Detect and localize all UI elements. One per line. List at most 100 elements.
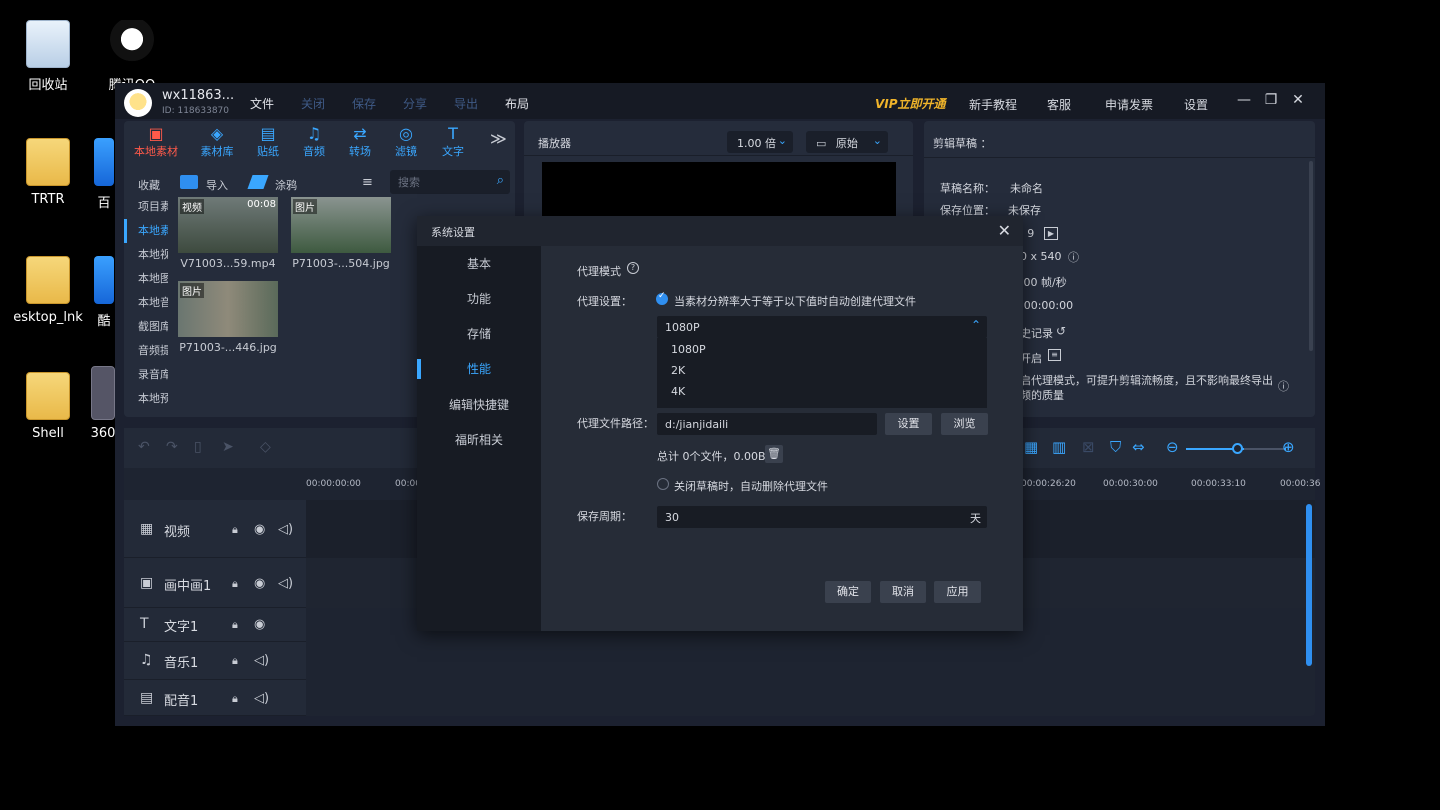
lock-icon[interactable]: 🔒︎ bbox=[232, 523, 238, 537]
player-screen[interactable] bbox=[542, 162, 896, 216]
resolution-option[interactable]: 2K bbox=[671, 364, 685, 377]
nav-shortcuts[interactable]: 编辑快捷键 bbox=[417, 391, 541, 419]
track-pip[interactable]: ▣ 画中画1 🔒︎ ◉ ◁) bbox=[124, 558, 306, 608]
search-input[interactable]: 搜索 ⌕ bbox=[390, 170, 510, 194]
shield-icon[interactable]: ⛉ bbox=[1110, 438, 1121, 456]
resolution-option[interactable]: 1080P bbox=[671, 343, 706, 356]
lock-icon[interactable]: 🔒︎ bbox=[232, 654, 238, 668]
sidebar-item[interactable]: 本地音 bbox=[124, 291, 168, 315]
desktop-icon-esktop-lnk[interactable]: esktop_lnk bbox=[8, 256, 88, 325]
tab-stickers[interactable]: ▤ 贴纸 bbox=[244, 125, 292, 159]
toggle-icon[interactable]: ≡ bbox=[1048, 349, 1061, 361]
desktop-icon-trtr[interactable]: TRTR bbox=[8, 138, 88, 207]
track-video[interactable]: ▦ 视频 🔒︎ ◉ ◁) bbox=[124, 500, 306, 558]
brush-button[interactable]: 涂鸦 bbox=[275, 177, 297, 193]
proxy-path-field[interactable]: d:/jianjidaili bbox=[657, 413, 877, 435]
speaker-icon[interactable]: ◁) bbox=[278, 522, 293, 537]
media-item[interactable]: 图片 P71003-...504.jpg bbox=[291, 197, 391, 270]
menu-save[interactable]: 保存 bbox=[352, 95, 376, 112]
scrollbar[interactable] bbox=[1306, 504, 1312, 666]
zoom-slider-handle[interactable] bbox=[1232, 443, 1243, 454]
media-item[interactable]: 图片 P71003-...446.jpg bbox=[178, 281, 278, 354]
save-period-field[interactable]: 30 天 bbox=[657, 506, 987, 528]
desktop-icon-shell[interactable]: Shell bbox=[8, 372, 88, 441]
maximize-icon[interactable]: ❐ bbox=[1264, 93, 1278, 107]
tab-audio[interactable]: ♫ 音频 bbox=[290, 125, 338, 159]
ok-button[interactable]: 确定 bbox=[825, 581, 871, 603]
nav-performance[interactable]: 性能 bbox=[417, 355, 541, 383]
avatar[interactable] bbox=[124, 89, 152, 117]
help-icon[interactable]: ? bbox=[627, 262, 639, 274]
sidebar-item[interactable]: 录音库 bbox=[124, 363, 168, 387]
proxy-auto-checkbox[interactable] bbox=[656, 291, 668, 305]
menu-file[interactable]: 文件 bbox=[250, 95, 274, 112]
fit-icon[interactable]: ⇔ bbox=[1132, 438, 1145, 456]
more-tabs-icon[interactable]: ≫ bbox=[490, 129, 507, 148]
menu-close[interactable]: 关闭 bbox=[301, 95, 325, 112]
apply-button[interactable]: 应用 bbox=[934, 581, 981, 603]
menu-share[interactable]: 分享 bbox=[403, 95, 427, 112]
lock-icon[interactable]: 🔒︎ bbox=[232, 577, 238, 591]
speaker-icon[interactable]: ◁) bbox=[254, 653, 269, 668]
path-set-button[interactable]: 设置 bbox=[885, 413, 932, 435]
layout-icon[interactable]: ▦ bbox=[1024, 438, 1038, 456]
sidebar-item[interactable]: 项目素 bbox=[124, 195, 168, 219]
desktop-icon-partial-1[interactable]: 百 bbox=[92, 138, 116, 211]
sidebar-item[interactable]: 截图库 bbox=[124, 315, 168, 339]
lock-icon[interactable]: 🔒︎ bbox=[232, 618, 238, 632]
track-voiceover[interactable]: ▤ 配音1 🔒︎ ◁) bbox=[124, 680, 306, 716]
sort-icon[interactable]: ≡ bbox=[362, 175, 373, 190]
zoom-out-icon[interactable]: ⊖ bbox=[1166, 438, 1179, 456]
ratio-select[interactable]: ▭ 原始 ⌄ bbox=[806, 131, 888, 153]
sidebar-item[interactable]: 本地图 bbox=[124, 267, 168, 291]
crop-icon[interactable]: ⊠ bbox=[1082, 438, 1095, 456]
vip-link[interactable]: VIP立即开通 bbox=[875, 95, 946, 112]
auto-delete-checkbox[interactable] bbox=[657, 478, 669, 490]
invoice-link[interactable]: 申请发票 bbox=[1105, 96, 1153, 113]
media-item[interactable]: 视频 00:08 V71003...59.mp4 bbox=[178, 197, 278, 270]
scrollbar[interactable] bbox=[1309, 161, 1313, 351]
desktop-icon-partial-2[interactable]: 酷 bbox=[92, 256, 116, 329]
collect-label[interactable]: 收藏 bbox=[138, 177, 160, 193]
menu-export[interactable]: 导出 bbox=[454, 95, 478, 112]
settings-link[interactable]: 设置 bbox=[1184, 96, 1208, 113]
close-icon[interactable]: ✕ bbox=[998, 221, 1011, 240]
split-icon[interactable]: ▥ bbox=[1052, 438, 1066, 456]
sidebar-item-selected[interactable]: 本地素 bbox=[124, 219, 168, 243]
zoom-in-icon[interactable]: ⊕ bbox=[1282, 438, 1295, 456]
nav-basic[interactable]: 基本 bbox=[417, 250, 541, 278]
minimize-icon[interactable]: — bbox=[1237, 93, 1251, 107]
menu-layout[interactable]: 布局 bbox=[505, 95, 529, 112]
speaker-icon[interactable]: ◁) bbox=[278, 576, 293, 591]
desktop-icon-recycle-bin[interactable]: 回收站 bbox=[8, 20, 88, 93]
track-text[interactable]: T 文字1 🔒︎ ◉ bbox=[124, 608, 306, 642]
search-icon[interactable]: ⌕ bbox=[497, 173, 504, 188]
import-button[interactable]: 导入 bbox=[206, 177, 228, 193]
sidebar-item[interactable]: 本地视 bbox=[124, 243, 168, 267]
trash-icon[interactable]: 🗑︎ bbox=[765, 445, 783, 463]
tutorial-link[interactable]: 新手教程 bbox=[969, 96, 1017, 113]
help-icon[interactable]: ⓘ bbox=[1278, 378, 1289, 394]
undo-icon[interactable]: ↶ bbox=[138, 439, 150, 455]
eye-icon[interactable]: ◉ bbox=[254, 576, 265, 591]
delete-icon[interactable]: ▯ bbox=[194, 439, 202, 455]
redo-icon[interactable]: ↷ bbox=[166, 439, 178, 455]
eye-icon[interactable]: ◉ bbox=[254, 617, 265, 632]
cancel-button[interactable]: 取消 bbox=[880, 581, 926, 603]
tab-transitions[interactable]: ⇄ 转场 bbox=[336, 125, 384, 159]
play-icon[interactable]: ▶ bbox=[1044, 227, 1058, 240]
sidebar-item[interactable]: 音频提 bbox=[124, 339, 168, 363]
tab-filters[interactable]: ◎ 滤镜 bbox=[382, 125, 430, 159]
speed-select[interactable]: 1.00 倍 ⌄ bbox=[727, 131, 793, 153]
desktop-icon-360[interactable]: 360 bbox=[90, 366, 116, 441]
lock-icon[interactable]: 🔒︎ bbox=[232, 692, 238, 706]
tab-local-media[interactable]: ▣ 本地素材 bbox=[132, 125, 180, 159]
tab-text[interactable]: T 文字 bbox=[429, 125, 477, 159]
nav-storage[interactable]: 存储 bbox=[417, 320, 541, 348]
resolution-select[interactable]: 1080P ⌃ bbox=[657, 316, 987, 338]
path-browse-button[interactable]: 浏览 bbox=[941, 413, 988, 435]
pointer-icon[interactable]: ➤ bbox=[222, 439, 234, 455]
nav-foxit[interactable]: 福昕相关 bbox=[417, 426, 541, 454]
resolution-option[interactable]: 4K bbox=[671, 385, 685, 398]
speaker-icon[interactable]: ◁) bbox=[254, 691, 269, 706]
